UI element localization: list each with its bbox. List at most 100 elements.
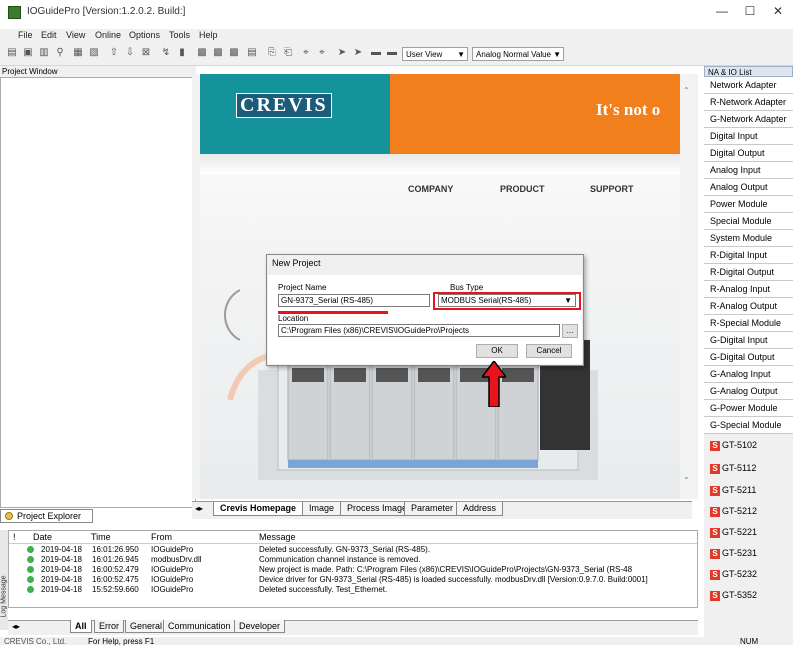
log-tab-developer[interactable]: Developer [234,620,286,633]
menu-file[interactable]: File [18,30,33,40]
io-category-item[interactable]: G-Digital Input [704,332,793,349]
menu-view[interactable]: View [66,30,85,40]
module-item[interactable]: S GT-5212 [710,503,793,520]
location-input[interactable]: C:\Program Files (x86)\CREVIS\IOGuidePro… [278,324,560,337]
maximize-button[interactable]: ☐ [738,4,762,22]
log-tab-communication[interactable]: Communication [163,620,236,633]
io-category-item[interactable]: Analog Output [704,179,793,196]
tool-icon[interactable]: ▩ [228,47,240,59]
new-project-icon[interactable]: ▤ [6,47,18,59]
module-item[interactable]: S GT-5102 [710,437,793,454]
io-category-item[interactable]: G-Network Adapter [704,111,793,128]
io-category-item[interactable]: R-Special Module [704,315,793,332]
module-item[interactable]: S GT-5221 [710,524,793,541]
log-message: New project is made. Path: C:\Program Fi… [259,565,633,574]
connect-icon[interactable]: ↯ [160,47,172,59]
tool-icon[interactable]: ▩ [196,47,208,59]
browse-button[interactable]: ... [562,324,578,338]
module-item[interactable]: S GT-5112 [710,460,793,477]
io-category-item[interactable]: G-Power Module [704,400,793,417]
menu-options[interactable]: Options [129,30,160,40]
view-select[interactable]: User View ▼ [402,47,468,61]
nav-company[interactable]: COMPANY [408,184,453,194]
tab-parameter[interactable]: Parameter [404,502,461,516]
tool-icon[interactable]: ➤ [352,47,364,59]
io-category-item[interactable]: R-Digital Output [704,264,793,281]
project-tree[interactable] [0,77,196,508]
tool-icon[interactable]: ▬ [386,47,398,59]
tool-icon[interactable]: ▧ [88,47,100,59]
project-explorer-tab[interactable]: Project Explorer [0,509,93,523]
menu-online[interactable]: Online [95,30,121,40]
log-row[interactable]: 2019-04-18 16:01:26.950 IOGuidePro Deleted … [9,545,697,554]
copy-icon[interactable]: ⎘ [266,47,278,59]
tab-address[interactable]: Address [456,502,504,516]
io-category-item[interactable]: Digital Input [704,128,793,145]
value-select[interactable]: Analog Normal Value ▼ [472,47,564,61]
io-category-item[interactable]: G-Digital Output [704,349,793,366]
module-icon: S [710,440,720,451]
log-tab-all[interactable]: All [70,620,92,633]
tool-icon[interactable]: ⌖ [300,47,312,59]
nav-support[interactable]: SUPPORT [590,184,634,194]
module-icon: S [710,527,720,538]
io-category-item[interactable]: R-Analog Input [704,281,793,298]
log-row[interactable]: 2019-04-18 16:00:52.479 IOGuidePro New proj… [9,565,697,574]
log-table[interactable]: ! Date Time From Message 2019-04-18 16:01… [8,530,698,608]
io-category-item[interactable]: R-Network Adapter [704,94,793,111]
save-icon[interactable]: ▥ [38,47,50,59]
io-category-item[interactable]: G-Special Module [704,417,793,434]
tool-icon[interactable]: ▬ [370,47,382,59]
tab-image[interactable]: Image [302,502,342,516]
io-category-item[interactable]: Power Module [704,196,793,213]
search-icon[interactable]: ⚲ [54,47,66,59]
log-tab-error[interactable]: Error [94,620,124,633]
ok-button[interactable]: OK [476,344,518,358]
scroll-up-icon[interactable]: ⌃ [683,86,690,95]
tool-icon[interactable]: ⌖ [316,47,328,59]
tab-scroll-icon[interactable]: ◂▸ [195,504,203,513]
tab-crevis-homepage[interactable]: Crevis Homepage [213,502,304,516]
tool-icon[interactable]: ➤ [336,47,348,59]
nav-product[interactable]: PRODUCT [500,184,545,194]
io-category-item[interactable]: Network Adapter [704,77,793,94]
module-item[interactable]: S GT-5232 [710,566,793,583]
tool-icon[interactable]: ▤ [246,47,258,59]
io-category-item[interactable]: G-Analog Input [704,366,793,383]
tool-icon[interactable]: ▦ [72,47,84,59]
scroll-down-icon[interactable]: ⌄ [683,472,690,481]
close-button[interactable]: ✕ [766,4,790,22]
log-tab-general[interactable]: General [125,620,168,633]
red-arrow-annotation [482,361,506,407]
io-category-item[interactable]: G-Analog Output [704,383,793,400]
io-category-item[interactable]: System Module [704,230,793,247]
module-item[interactable]: S GT-5352 [710,587,793,604]
tab-process-image[interactable]: Process Image [340,502,415,516]
cancel-button[interactable]: Cancel [526,344,572,358]
download-icon[interactable]: ⇩ [124,47,136,59]
io-category-item[interactable]: R-Analog Output [704,298,793,315]
menu-edit[interactable]: Edit [41,30,57,40]
io-category-item[interactable]: Analog Input [704,162,793,179]
main-vertical-scrollbar[interactable] [680,74,693,499]
minimize-button[interactable]: — [710,4,734,22]
menu-tools[interactable]: Tools [169,30,190,40]
project-name-input[interactable]: GN-9373_Serial (RS-485) [278,294,430,307]
module-item[interactable]: S GT-5211 [710,482,793,499]
log-row[interactable]: 2019-04-18 16:01:26.945 modbusDrv.dll Commu… [9,555,697,564]
io-category-item[interactable]: Digital Output [704,145,793,162]
module-item[interactable]: S GT-5231 [710,545,793,562]
log-date: 2019-04-18 [41,545,82,554]
log-row[interactable]: 2019-04-18 16:00:52.475 IOGuidePro Device d… [9,575,697,584]
upload-icon[interactable]: ⇧ [108,47,120,59]
disconnect-icon[interactable]: ⊠ [140,47,152,59]
paste-icon[interactable]: ⎗ [282,47,294,59]
tool-icon[interactable]: ▩ [212,47,224,59]
monitor-icon[interactable]: ▮ [176,47,188,59]
log-tab-scroll-icon[interactable]: ◂▸ [12,622,20,631]
io-category-item[interactable]: R-Digital Input [704,247,793,264]
menu-help[interactable]: Help [199,30,218,40]
io-category-item[interactable]: Special Module [704,213,793,230]
log-row[interactable]: 2019-04-18 15:52:59.660 IOGuidePro Deleted … [9,585,697,594]
open-project-icon[interactable]: ▣ [22,47,34,59]
